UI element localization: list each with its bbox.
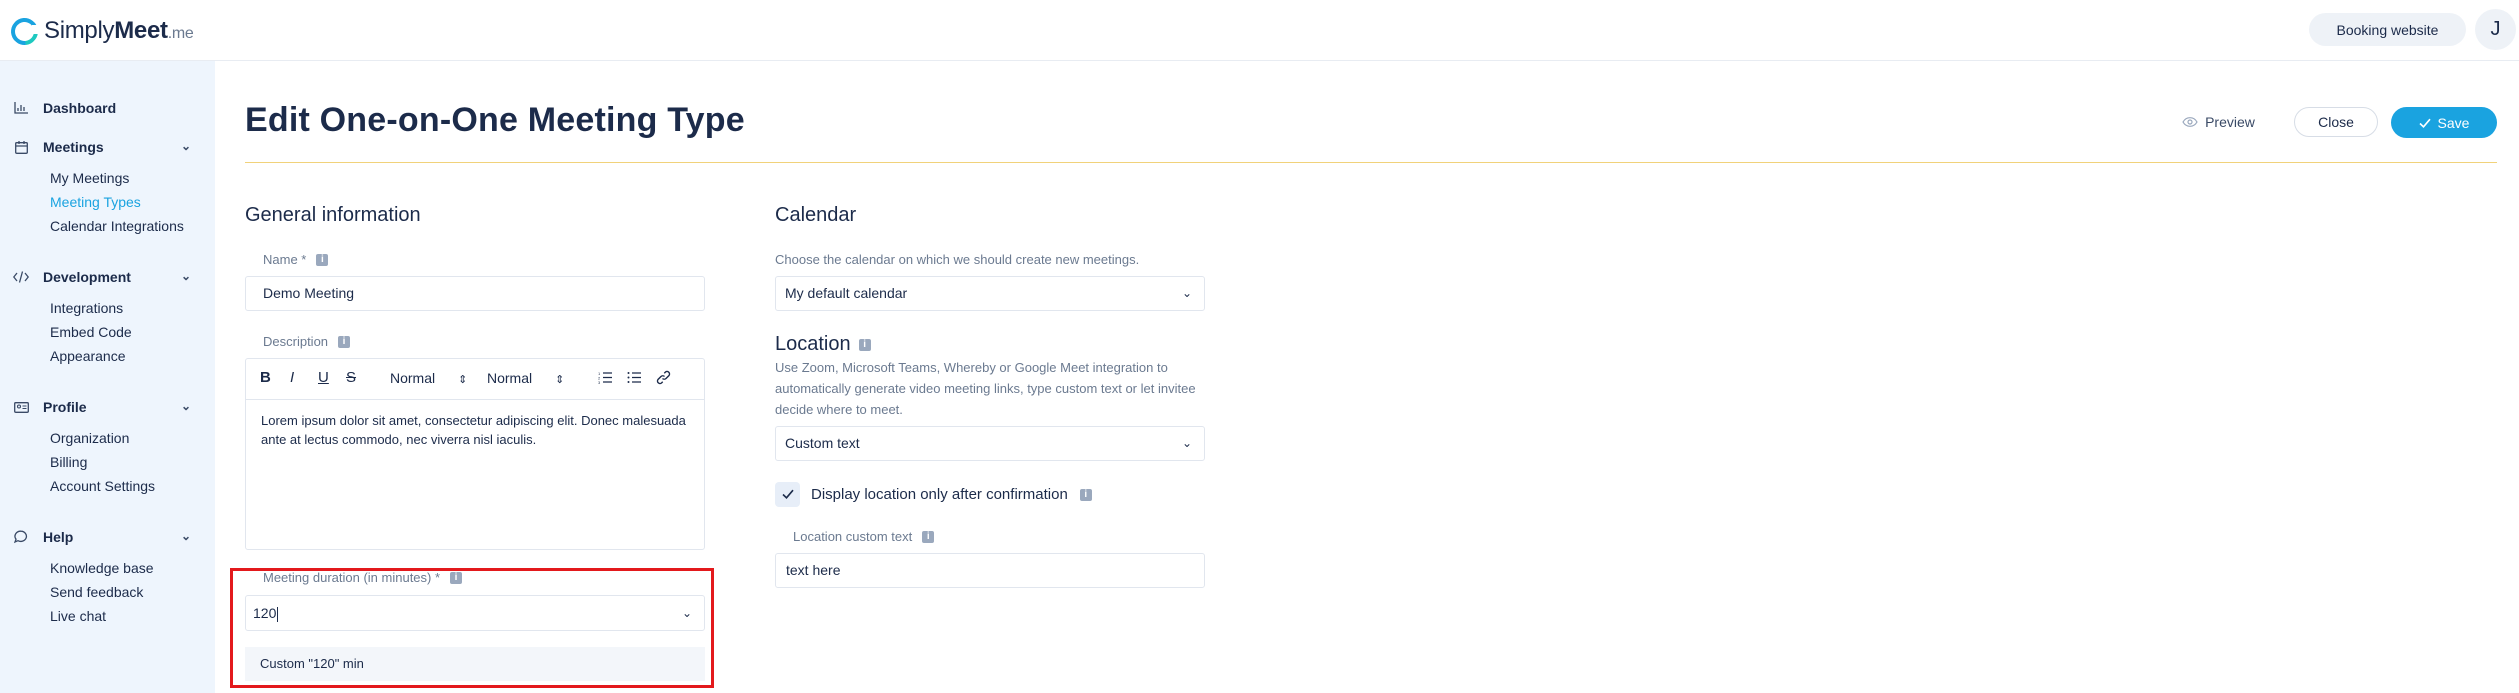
- location-select[interactable]: Custom text ⌄: [775, 426, 1205, 461]
- save-button[interactable]: Save: [2391, 107, 2497, 138]
- updown-icon: ⇕: [555, 374, 565, 386]
- sidebar-item-meetings[interactable]: Meetings ⌄: [0, 136, 215, 158]
- sidebar-item-calendar-integrations[interactable]: Calendar Integrations: [0, 214, 215, 238]
- location-confirmation-checkbox[interactable]: [775, 482, 800, 507]
- font-select[interactable]: Normal ⇕: [390, 370, 467, 386]
- sidebar-item-billing[interactable]: Billing: [0, 450, 215, 474]
- sidebar-item-label: Dashboard: [43, 100, 117, 116]
- info-icon[interactable]: i: [858, 338, 871, 351]
- chevron-down-icon[interactable]: ⌄: [181, 399, 191, 413]
- calendar-select-value: My default calendar: [785, 285, 908, 301]
- link-icon[interactable]: [656, 370, 671, 389]
- calendar-help-text: Choose the calendar on which we should c…: [775, 252, 1140, 267]
- logo[interactable]: SimplyMeet.me: [5, 11, 194, 51]
- avatar[interactable]: J: [2475, 9, 2516, 50]
- chat-bubble-icon: [13, 529, 29, 545]
- chevron-down-icon: ⌄: [1181, 286, 1192, 300]
- calendar-heading: Calendar: [775, 204, 857, 226]
- description-label-text: Description: [263, 334, 329, 349]
- location-help-text: Use Zoom, Microsoft Teams, Whereby or Go…: [775, 360, 1196, 417]
- sidebar-item-my-meetings[interactable]: My Meetings: [0, 166, 215, 190]
- sidebar: Dashboard Meetings ⌄ My Meetings Meeting…: [0, 61, 215, 693]
- sidebar-item-send-feedback[interactable]: Send feedback: [0, 580, 215, 604]
- check-icon: [2418, 118, 2431, 128]
- description-editor: B I U S Normal ⇕ Normal ⇕ 123 Lorem ipsum …: [245, 358, 705, 550]
- title-divider: [245, 162, 2497, 163]
- sidebar-item-dashboard[interactable]: Dashboard: [0, 97, 215, 119]
- sidebar-item-profile[interactable]: Profile ⌄: [0, 396, 215, 418]
- name-label-text: Name *: [263, 252, 307, 267]
- top-bar: SimplyMeet.me Booking website J: [0, 0, 2519, 61]
- sidebar-item-label: Help: [43, 529, 74, 545]
- booking-website-button[interactable]: Booking website: [2309, 13, 2466, 46]
- ordered-list-icon[interactable]: 123: [598, 371, 612, 388]
- preview-button[interactable]: Preview: [2171, 107, 2266, 137]
- chevron-down-icon: ⌄: [1181, 436, 1192, 450]
- chart-icon: [13, 100, 29, 116]
- preview-label: Preview: [2205, 114, 2255, 130]
- bold-button[interactable]: B: [260, 369, 271, 386]
- bullet-list-icon[interactable]: [627, 371, 641, 388]
- info-icon[interactable]: i: [338, 335, 351, 348]
- location-custom-label: Location custom text i: [793, 529, 935, 544]
- location-heading: Location i: [775, 333, 871, 356]
- logo-icon: [5, 11, 44, 51]
- chevron-down-icon[interactable]: ⌄: [181, 529, 191, 543]
- check-icon: [781, 489, 794, 499]
- location-select-value: Custom text: [785, 435, 860, 451]
- logo-text: SimplyMeet.me: [44, 17, 194, 44]
- sidebar-item-label: Meetings: [43, 139, 104, 155]
- italic-button[interactable]: I: [290, 369, 294, 386]
- location-custom-label-text: Location custom text: [793, 529, 913, 544]
- sidebar-item-appearance[interactable]: Appearance: [0, 344, 215, 368]
- save-label: Save: [2437, 114, 2470, 131]
- location-confirmation-label[interactable]: Display location only after confirmation…: [811, 486, 1092, 503]
- editor-toolbar: B I U S Normal ⇕ Normal ⇕ 123: [246, 359, 704, 400]
- info-icon[interactable]: i: [1079, 488, 1092, 501]
- name-input[interactable]: Demo Meeting: [245, 276, 705, 311]
- id-card-icon: [13, 399, 29, 415]
- sidebar-item-knowledge-base[interactable]: Knowledge base: [0, 556, 215, 580]
- font-select-value: Normal: [390, 370, 436, 386]
- sidebar-item-help[interactable]: Help ⌄: [0, 526, 215, 548]
- description-text[interactable]: Lorem ipsum dolor sit amet, consectetur …: [246, 400, 704, 460]
- sidebar-item-label: Profile: [43, 399, 87, 415]
- location-heading-text: Location: [775, 333, 851, 355]
- eye-icon: [2182, 117, 2198, 127]
- chevron-down-icon[interactable]: ⌄: [181, 269, 191, 283]
- sidebar-section-help: Help ⌄ Knowledge base Send feedback Live…: [0, 526, 215, 628]
- sidebar-item-development[interactable]: Development ⌄: [0, 266, 215, 288]
- sidebar-item-account-settings[interactable]: Account Settings: [0, 474, 215, 498]
- info-icon[interactable]: i: [316, 253, 329, 266]
- page-title: Edit One-on-One Meeting Type: [245, 101, 745, 139]
- underline-button[interactable]: U: [318, 369, 329, 386]
- sidebar-item-label: Development: [43, 269, 131, 285]
- sidebar-item-embed-code[interactable]: Embed Code: [0, 320, 215, 344]
- code-icon: [13, 269, 29, 285]
- strikethrough-button[interactable]: S: [346, 369, 356, 386]
- sidebar-item-integrations[interactable]: Integrations: [0, 296, 215, 320]
- calendar-icon: [13, 139, 29, 155]
- info-icon[interactable]: i: [922, 530, 935, 543]
- description-label: Description i: [263, 334, 351, 349]
- size-select[interactable]: Normal ⇕: [487, 370, 564, 386]
- calendar-select[interactable]: My default calendar ⌄: [775, 276, 1205, 311]
- sidebar-section-profile: Profile ⌄ Organization Billing Account S…: [0, 396, 215, 498]
- sidebar-section-meetings: Meetings ⌄ My Meetings Meeting Types Cal…: [0, 136, 215, 238]
- svg-text:3: 3: [598, 380, 601, 384]
- general-information-heading: General information: [245, 204, 421, 226]
- sidebar-section-dashboard: Dashboard: [0, 97, 215, 119]
- updown-icon: ⇕: [458, 374, 468, 386]
- chevron-down-icon[interactable]: ⌄: [181, 139, 191, 153]
- sidebar-item-meeting-types[interactable]: Meeting Types: [0, 190, 215, 214]
- sidebar-section-development: Development ⌄ Integrations Embed Code Ap…: [0, 266, 215, 368]
- location-confirmation-text: Display location only after confirmation: [811, 486, 1068, 503]
- location-custom-input[interactable]: text here: [775, 553, 1205, 588]
- sidebar-item-live-chat[interactable]: Live chat: [0, 604, 215, 628]
- size-select-value: Normal: [487, 370, 533, 386]
- name-label: Name * i: [263, 252, 329, 267]
- sidebar-item-organization[interactable]: Organization: [0, 426, 215, 450]
- highlight-box: [230, 568, 714, 688]
- close-button[interactable]: Close: [2294, 107, 2378, 137]
